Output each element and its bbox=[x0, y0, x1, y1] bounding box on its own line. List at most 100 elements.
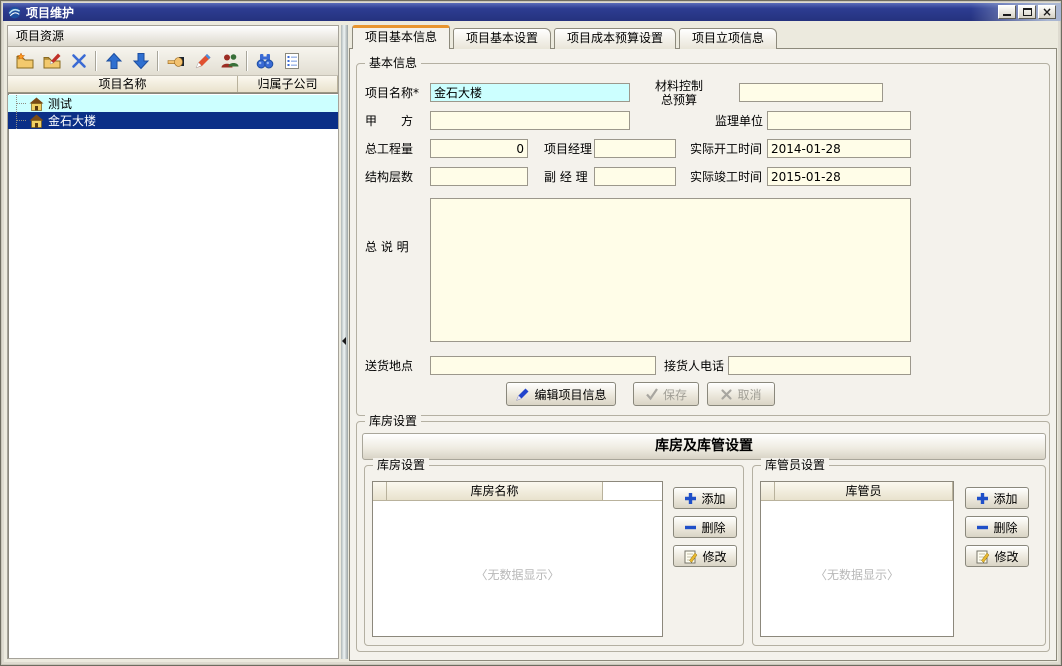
delete-button-label: 删除 bbox=[701, 519, 725, 536]
grid-corner-cell bbox=[373, 482, 387, 500]
end-date-label: 实际竣工时间 bbox=[690, 170, 762, 184]
move-down-icon bbox=[132, 52, 150, 70]
phone-input[interactable] bbox=[728, 356, 911, 375]
new-folder-button[interactable] bbox=[11, 49, 38, 74]
party-a-input[interactable] bbox=[430, 111, 630, 130]
tab-basic-settings[interactable]: 项目基本设置 bbox=[453, 28, 551, 49]
material-budget-input[interactable] bbox=[739, 83, 883, 102]
project-name-label: 项目名称* bbox=[365, 86, 419, 100]
toolbar-separator bbox=[95, 51, 97, 71]
close-button[interactable]: × bbox=[1038, 5, 1056, 19]
pencil-icon bbox=[193, 52, 213, 70]
floors-input[interactable] bbox=[430, 167, 528, 186]
grid-header: 库管员 bbox=[761, 482, 953, 501]
select-button[interactable] bbox=[162, 49, 189, 74]
edit-project-info-button[interactable]: 编辑项目信息 bbox=[506, 382, 616, 406]
grid-empty-text: 〈无数据显示〉 bbox=[761, 566, 953, 583]
edit-folder-button[interactable] bbox=[38, 49, 65, 74]
tree-item-jinshidalou[interactable]: 金石大楼 bbox=[8, 112, 338, 129]
material-budget-label: 材料控制 总预算 bbox=[651, 79, 707, 107]
tree-elbow bbox=[16, 95, 28, 112]
minimize-button[interactable] bbox=[998, 5, 1016, 19]
tab-page-basic-info: 基本信息 项目名称* 材料控制 总预算 甲 方 监理单位 总工程量 项目经理 实… bbox=[349, 48, 1057, 661]
x-icon bbox=[720, 388, 733, 401]
warehouse-banner: 库房及库管设置 bbox=[362, 433, 1046, 460]
plus-icon bbox=[684, 492, 697, 505]
party-a-label: 甲 方 bbox=[365, 114, 413, 128]
start-date-input[interactable] bbox=[767, 139, 911, 158]
maximize-button[interactable] bbox=[1018, 5, 1036, 19]
move-down-button[interactable] bbox=[127, 49, 154, 74]
warehouse-delete-button[interactable]: 删除 bbox=[673, 516, 737, 538]
keeper-grid[interactable]: 库管员 〈无数据显示〉 bbox=[760, 481, 954, 637]
project-maintenance-window: 项目维护 × 项目资源 bbox=[0, 0, 1062, 666]
window-title: 项目维护 bbox=[26, 4, 74, 21]
keeper-delete-button[interactable]: 删除 bbox=[965, 516, 1029, 538]
project-resource-panel: 项目资源 bbox=[7, 25, 339, 659]
move-up-button[interactable] bbox=[100, 49, 127, 74]
column-header-project-name[interactable]: 项目名称 bbox=[8, 76, 238, 92]
modify-button-label: 修改 bbox=[994, 548, 1018, 565]
warehouse-subgroup: 库房设置 库房名称 〈无数据显示〉 添加 bbox=[364, 465, 744, 646]
find-button[interactable] bbox=[251, 49, 278, 74]
grid-header: 库房名称 bbox=[373, 482, 662, 501]
minimize-icon bbox=[1003, 13, 1011, 16]
tree-elbow bbox=[16, 112, 28, 129]
check-icon bbox=[645, 387, 659, 401]
add-button-label: 添加 bbox=[993, 490, 1017, 507]
tree-item-label: 测试 bbox=[48, 95, 72, 112]
plus-icon bbox=[976, 492, 989, 505]
rename-button[interactable] bbox=[189, 49, 216, 74]
supervisor-input[interactable] bbox=[767, 111, 911, 130]
deputy-input[interactable] bbox=[594, 167, 676, 186]
end-date-input[interactable] bbox=[767, 167, 911, 186]
home-icon bbox=[29, 97, 44, 111]
tree-column-headers: 项目名称 归属子公司 bbox=[8, 76, 338, 93]
floors-label: 结构层数 bbox=[365, 170, 413, 184]
modify-button-label: 修改 bbox=[702, 548, 726, 565]
delete-node-button[interactable] bbox=[65, 49, 92, 74]
phone-label: 接货人电话 bbox=[664, 359, 724, 373]
save-button[interactable]: 保存 bbox=[633, 382, 699, 406]
panel-splitter[interactable] bbox=[341, 25, 348, 659]
users-button[interactable] bbox=[216, 49, 243, 74]
groupbox-legend: 基本信息 bbox=[365, 56, 421, 71]
report-icon bbox=[283, 52, 301, 70]
warehouse-grid[interactable]: 库房名称 〈无数据显示〉 bbox=[372, 481, 663, 637]
delete-icon bbox=[70, 52, 88, 70]
delivery-input[interactable] bbox=[430, 356, 656, 375]
home-icon bbox=[29, 114, 44, 128]
close-icon: × bbox=[1042, 6, 1052, 18]
tab-project-approval-info[interactable]: 项目立项信息 bbox=[679, 28, 777, 49]
tab-basic-info[interactable]: 项目基本信息 bbox=[352, 25, 450, 49]
tab-cost-budget-settings[interactable]: 项目成本预算设置 bbox=[554, 28, 676, 49]
note-label: 总 说 明 bbox=[365, 240, 409, 254]
detail-panel: 项目基本信息 项目基本设置 项目成本预算设置 项目立项信息 基本信息 项目名称*… bbox=[349, 25, 1057, 662]
note-textarea[interactable] bbox=[430, 198, 911, 342]
warehouse-modify-button[interactable]: 修改 bbox=[673, 545, 737, 567]
warehouse-add-button[interactable]: 添加 bbox=[673, 487, 737, 509]
keeper-add-button[interactable]: 添加 bbox=[965, 487, 1029, 509]
groupbox-legend: 库房设置 bbox=[365, 414, 421, 429]
manager-input[interactable] bbox=[594, 139, 676, 158]
warehouse-settings-groupbox: 库房设置 库房及库管设置 库房设置 库房名称 〈无数据显示〉 bbox=[356, 421, 1050, 652]
panel-header: 项目资源 bbox=[8, 26, 338, 47]
project-name-input[interactable] bbox=[430, 83, 630, 102]
tree-item-ceshi[interactable]: 测试 bbox=[8, 95, 338, 112]
delivery-label: 送货地点 bbox=[365, 359, 413, 373]
start-date-label: 实际开工时间 bbox=[690, 142, 762, 156]
move-up-icon bbox=[105, 52, 123, 70]
groupbox-legend: 库管员设置 bbox=[761, 458, 829, 473]
report-button[interactable] bbox=[278, 49, 305, 74]
supervisor-label: 监理单位 bbox=[715, 114, 763, 128]
column-header-subsidiary[interactable]: 归属子公司 bbox=[238, 76, 338, 92]
cancel-button[interactable]: 取消 bbox=[707, 382, 775, 406]
minus-icon bbox=[684, 521, 697, 534]
collapse-arrow-icon[interactable] bbox=[342, 337, 346, 345]
grid-column-keeper: 库管员 bbox=[775, 482, 953, 500]
keeper-modify-button[interactable]: 修改 bbox=[965, 545, 1029, 567]
users-icon bbox=[220, 52, 240, 70]
quantity-input[interactable] bbox=[430, 139, 528, 158]
grid-corner-cell bbox=[761, 482, 775, 500]
titlebar: 项目维护 × bbox=[3, 3, 1061, 21]
